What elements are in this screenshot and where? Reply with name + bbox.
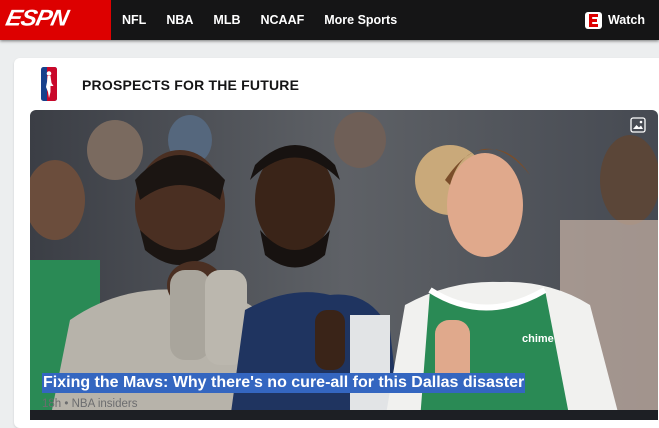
image-gallery-icon[interactable] (630, 117, 646, 133)
nav-item-mlb[interactable]: MLB (213, 13, 240, 27)
sports-nav: NFL NBA MLB NCAAF More Sports (122, 0, 417, 40)
meta-separator: • (64, 398, 69, 410)
nav-item-nfl[interactable]: NFL (122, 13, 146, 27)
card-header: PROSPECTS FOR THE FUTURE (14, 58, 659, 110)
article-headline[interactable]: Fixing the Mavs: Why there's no cure-all… (42, 373, 526, 393)
nba-logo-icon (41, 67, 57, 101)
espn-logo[interactable]: ESPN (0, 0, 111, 40)
section-title: PROSPECTS FOR THE FUTURE (82, 77, 300, 93)
espn-logo-text: ESPN (3, 5, 71, 32)
top-navigation-bar: ESPN NFL NBA MLB NCAAF More Sports Watch (0, 0, 659, 40)
nav-item-ncaaf[interactable]: NCAAF (260, 13, 304, 27)
nav-item-nba[interactable]: NBA (166, 13, 193, 27)
article-author[interactable]: NBA insiders (72, 398, 138, 410)
jersey-sponsor-text: chime (522, 333, 554, 345)
article-meta: 18h • NBA insiders (42, 398, 137, 410)
nav-item-more-sports[interactable]: More Sports (324, 13, 397, 27)
article-age: 18h (42, 398, 62, 410)
espn-plus-icon (584, 11, 602, 29)
watch-button[interactable]: Watch (584, 10, 645, 30)
watch-label: Watch (607, 13, 645, 27)
